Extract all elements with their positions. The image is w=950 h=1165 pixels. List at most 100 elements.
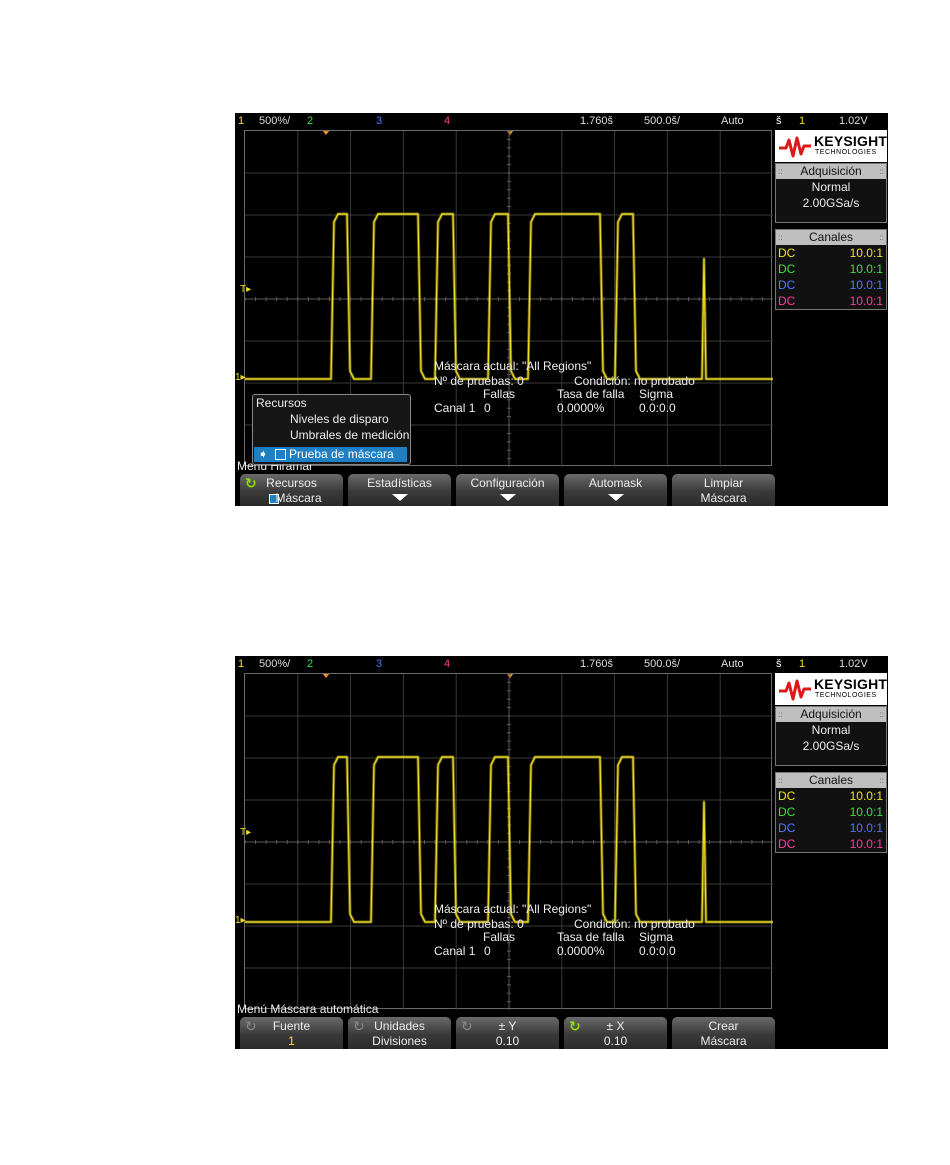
channel-row-3: DC 10.0:1 (778, 821, 883, 835)
ch3-indicator[interactable]: 3 (376, 115, 382, 127)
time-scale[interactable]: 500.0š/ (644, 658, 680, 670)
mask-tests: Nº de pruebas: 0 (434, 917, 524, 931)
sigma-value: 0.0:0.0 (639, 944, 676, 958)
col-sigma: Sigma (639, 387, 674, 401)
scope-screen-1: 1 500%/ 2 3 4 1.760š 500.0š/ Auto š 1 1.… (235, 113, 888, 506)
row-label: Canal 1 (434, 944, 476, 958)
checkbox-icon[interactable] (275, 449, 286, 460)
col-fails: Fallas (483, 930, 516, 944)
trigger-level[interactable]: 1.02V (839, 115, 868, 127)
softkey-label: ± X (606, 1019, 625, 1033)
softkey-resources[interactable]: ↻ Recursos Máscara (240, 474, 343, 506)
ch1-indicator[interactable]: 1 (238, 658, 244, 670)
softkey-tolerance-y[interactable]: ↻ ± Y 0.10 (456, 1017, 559, 1049)
menu-title: Menú Máscara automática (237, 1002, 379, 1016)
trigger-mode[interactable]: Auto (721, 658, 744, 670)
submenu-arrow-icon (500, 494, 516, 501)
rate-value: 0.0000% (557, 401, 605, 415)
ch4-indicator[interactable]: 4 (444, 115, 450, 127)
softkey-value: Máscara (700, 1034, 747, 1048)
trigger-level[interactable]: 1.02V (839, 658, 868, 670)
acquisition-mode: Normal (811, 180, 851, 194)
trigger-source[interactable]: 1 (799, 115, 805, 127)
popup-item-mask-test[interactable]: ➧ Prueba de máscara (254, 447, 407, 462)
softkey-value: Máscara (700, 491, 747, 505)
ch1-ground-marker-icon: 1▸ (235, 915, 246, 926)
softkey-value: Máscara (275, 491, 322, 505)
softkey-label: Crear (708, 1019, 739, 1033)
popup-item-thresholds[interactable]: Umbrales de medición (290, 428, 409, 442)
fails-value: 0 (484, 401, 491, 415)
selection-arrow-icon: ➧ (258, 447, 269, 461)
ch2-indicator[interactable]: 2 (307, 658, 313, 670)
ch4-indicator[interactable]: 4 (444, 658, 450, 670)
acquisition-title: Adquisición (800, 164, 862, 178)
status-bar: 1 500%/ 2 3 4 1.760š 500.0š/ Auto š 1 1.… (235, 656, 888, 673)
col-fails: Fallas (483, 387, 516, 401)
ch1-scale[interactable]: 500%/ (259, 658, 290, 670)
trigger-edge-icon: š (776, 115, 782, 127)
trigger-source[interactable]: 1 (799, 658, 805, 670)
ch1-indicator[interactable]: 1 (238, 115, 244, 127)
acquisition-panel[interactable]: :: Adquisición:: Normal 2.00GSa/s (775, 706, 887, 766)
acquisition-mode: Normal (811, 723, 851, 737)
status-bar: 1 500%/ 2 3 4 1.760š 500.0š/ Auto š 1 1.… (235, 113, 888, 130)
channel-row-2: DC 10.0:1 (778, 805, 883, 819)
softkey-automask[interactable]: Automask (564, 474, 667, 506)
sample-rate: 2.00GSa/s (802, 739, 860, 753)
col-sigma: Sigma (639, 930, 674, 944)
col-rate: Tasa de falla (557, 387, 625, 401)
acquisition-panel[interactable]: :: Adquisición:: Normal 2.00GSa/s (775, 163, 887, 223)
ch1-scale[interactable]: 500%/ (259, 115, 290, 127)
softkey-tolerance-x[interactable]: ↻ ± X 0.10 (564, 1017, 667, 1049)
time-position[interactable]: 1.760š (580, 115, 613, 127)
softkey-clear-mask[interactable]: Limpiar Máscara (672, 474, 775, 506)
popup-title: Recursos (256, 396, 307, 410)
resources-popup[interactable]: Recursos Niveles de disparo Umbrales de … (252, 394, 411, 465)
softkey-value: 0.10 (495, 1034, 520, 1048)
sigma-value: 0.0:0.0 (639, 401, 676, 415)
softkey-create-mask[interactable]: Crear Máscara (672, 1017, 775, 1049)
channels-panel[interactable]: :: Canales:: DC 10.0:1 DC 10.0:1 DC 10.0:1 D… (775, 772, 887, 853)
popup-item-trigger-levels[interactable]: Niveles de disparo (290, 412, 389, 426)
brand-sub: TECHNOLOGIES (815, 149, 877, 156)
popup-selected-label: Prueba de máscara (289, 447, 394, 461)
keysight-wave-icon (779, 679, 811, 701)
mask-tests: Nº de pruebas: 0 (434, 374, 524, 388)
keysight-logo: KEYSIGHT TECHNOLOGIES (775, 673, 887, 705)
channel-row-2: DC 10.0:1 (778, 262, 883, 276)
col-rate: Tasa de falla (557, 930, 625, 944)
softkey-label: Configuración (470, 476, 545, 490)
channel-row-4: DC 10.0:1 (778, 837, 883, 851)
sample-rate: 2.00GSa/s (802, 196, 860, 210)
softkey-label: Fuente (272, 1019, 311, 1033)
trigger-level-marker-icon: T▸ (240, 284, 252, 295)
time-position[interactable]: 1.760š (580, 658, 613, 670)
mask-current: Máscara actual: "All Regions" (434, 902, 592, 916)
time-scale[interactable]: 500.0š/ (644, 115, 680, 127)
channel-row-4: DC 10.0:1 (778, 294, 883, 308)
brand-sub: TECHNOLOGIES (815, 692, 877, 699)
keysight-logo: KEYSIGHT TECHNOLOGIES (775, 130, 887, 162)
softkey-label: Recursos (266, 476, 317, 490)
channels-title: Canales (808, 230, 854, 244)
ch2-indicator[interactable]: 2 (307, 115, 313, 127)
trigger-level-marker-icon: T▸ (240, 827, 252, 838)
ch1-ground-marker-icon: 1▸ (235, 372, 246, 383)
softkey-setup[interactable]: Configuración (456, 474, 559, 506)
softkey-statistics[interactable]: Estadísticas (348, 474, 451, 506)
mask-condition: Condición: no probado (574, 374, 695, 388)
trigger-mode[interactable]: Auto (721, 115, 744, 127)
submenu-arrow-icon (608, 494, 624, 501)
softkey-units[interactable]: ↻ Unidades Divisiones (348, 1017, 451, 1049)
submenu-arrow-icon (392, 494, 408, 501)
waveform-grid[interactable] (244, 673, 773, 1010)
ch3-indicator[interactable]: 3 (376, 658, 382, 670)
brand-name: KEYSIGHT (814, 133, 888, 149)
channels-title: Canales (808, 773, 854, 787)
ch1-waveform (245, 755, 773, 924)
channel-row-3: DC 10.0:1 (778, 278, 883, 292)
channels-panel[interactable]: :: Canales:: DC 10.0:1 DC 10.0:1 DC 10.0:1 D… (775, 229, 887, 310)
trigger-edge-icon: š (776, 658, 782, 670)
softkey-source[interactable]: ↻ Fuente 1 (240, 1017, 343, 1049)
